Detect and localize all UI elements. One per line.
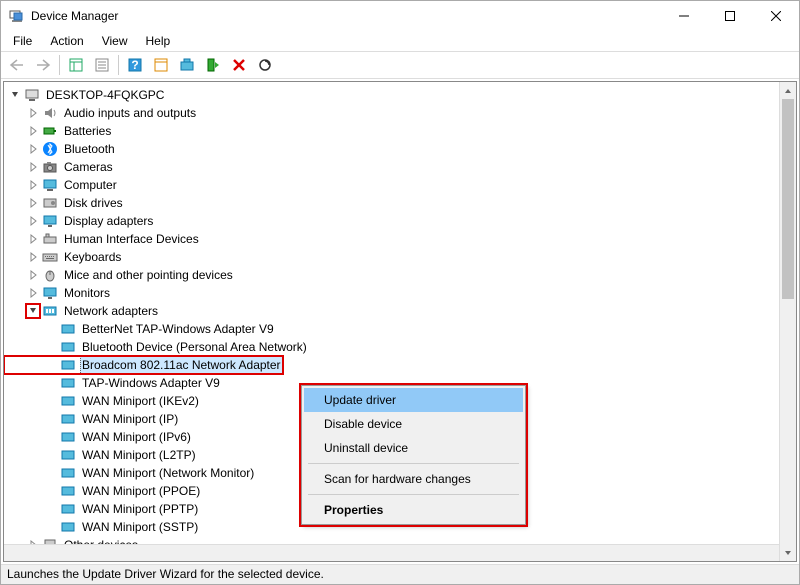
computer-icon <box>24 87 40 103</box>
vertical-scrollbar[interactable] <box>779 82 796 561</box>
tree-cat-other[interactable]: Other devices <box>4 536 779 544</box>
update-driver-button[interactable] <box>175 53 199 77</box>
ctx-uninstall-device[interactable]: Uninstall device <box>304 436 523 460</box>
nic-icon <box>60 429 76 445</box>
nic-icon <box>60 393 76 409</box>
uninstall-device-button[interactable] <box>227 53 251 77</box>
expand-icon[interactable] <box>26 106 40 120</box>
expand-icon[interactable] <box>26 268 40 282</box>
display-icon <box>42 213 58 229</box>
horizontal-scrollbar[interactable] <box>4 544 779 561</box>
expand-icon[interactable] <box>26 142 40 156</box>
svg-text:?: ? <box>131 58 138 72</box>
menu-action[interactable]: Action <box>42 32 91 50</box>
back-button[interactable] <box>5 53 29 77</box>
nic-icon <box>60 339 76 355</box>
nic-icon <box>60 375 76 391</box>
scroll-thumb[interactable] <box>782 99 794 299</box>
network-icon <box>42 303 58 319</box>
help-button[interactable]: ? <box>123 53 147 77</box>
nic-icon <box>60 357 76 373</box>
window-title: Device Manager <box>31 9 661 23</box>
window-controls <box>661 1 799 31</box>
audio-icon <box>42 105 58 121</box>
menu-help[interactable]: Help <box>138 32 179 50</box>
camera-icon <box>42 159 58 175</box>
mouse-icon <box>42 267 58 283</box>
minimize-button[interactable] <box>661 1 707 31</box>
nic-icon <box>60 519 76 535</box>
keyboard-icon <box>42 249 58 265</box>
tree-cat-hid[interactable]: Human Interface Devices <box>4 230 779 248</box>
tree-cat-cameras[interactable]: Cameras <box>4 158 779 176</box>
tree-cat-computer[interactable]: Computer <box>4 176 779 194</box>
collapse-icon[interactable] <box>26 304 40 318</box>
scroll-down-icon[interactable] <box>780 544 796 561</box>
tree-cat-keyboards[interactable]: Keyboards <box>4 248 779 266</box>
tree-cat-monitors[interactable]: Monitors <box>4 284 779 302</box>
tree-root[interactable]: DESKTOP-4FQKGPC <box>4 86 779 104</box>
maximize-button[interactable] <box>707 1 753 31</box>
tree-cat-batteries[interactable]: Batteries <box>4 122 779 140</box>
ctx-properties[interactable]: Properties <box>304 498 523 522</box>
bluetooth-icon <box>42 141 58 157</box>
computer-icon <box>42 177 58 193</box>
tree-root-label: DESKTOP-4FQKGPC <box>44 86 166 104</box>
tree-cat-display[interactable]: Display adapters <box>4 212 779 230</box>
nic-icon <box>60 465 76 481</box>
expand-icon[interactable] <box>26 232 40 246</box>
properties-button[interactable] <box>90 53 114 77</box>
ctx-separator <box>308 463 519 464</box>
expand-icon[interactable] <box>26 286 40 300</box>
expand-icon[interactable] <box>26 178 40 192</box>
action-button[interactable] <box>149 53 173 77</box>
scan-hardware-button[interactable] <box>253 53 277 77</box>
expand-icon[interactable] <box>26 196 40 210</box>
nic-icon <box>60 501 76 517</box>
menu-file[interactable]: File <box>5 32 40 50</box>
tree-cat-audio[interactable]: Audio inputs and outputs <box>4 104 779 122</box>
context-menu: Update driver Disable device Uninstall d… <box>301 385 526 525</box>
titlebar: Device Manager <box>1 1 799 31</box>
expand-icon[interactable] <box>26 160 40 174</box>
tree-cat-mice[interactable]: Mice and other pointing devices <box>4 266 779 284</box>
battery-icon <box>42 123 58 139</box>
other-icon <box>42 537 58 544</box>
nic-icon <box>60 411 76 427</box>
ctx-disable-device[interactable]: Disable device <box>304 412 523 436</box>
nic-icon <box>60 321 76 337</box>
show-hide-console-button[interactable] <box>64 53 88 77</box>
tree-cat-disks[interactable]: Disk drives <box>4 194 779 212</box>
expand-icon[interactable] <box>26 124 40 138</box>
ctx-scan-hardware[interactable]: Scan for hardware changes <box>304 467 523 491</box>
expand-icon[interactable] <box>26 214 40 228</box>
disk-icon <box>42 195 58 211</box>
device-manager-icon <box>9 8 25 24</box>
forward-button[interactable] <box>31 53 55 77</box>
toolbar: ? <box>1 51 799 79</box>
tree-cat-network[interactable]: Network adapters <box>4 302 779 320</box>
menubar: File Action View Help <box>1 31 799 51</box>
expand-icon[interactable] <box>26 250 40 264</box>
statusbar: Launches the Update Driver Wizard for th… <box>1 564 799 584</box>
nic-icon <box>60 447 76 463</box>
monitor-icon <box>42 285 58 301</box>
ctx-separator <box>308 494 519 495</box>
toolbar-separator <box>59 55 60 75</box>
tree-network-adapter[interactable]: BetterNet TAP-Windows Adapter V9 <box>4 320 779 338</box>
menu-view[interactable]: View <box>94 32 136 50</box>
tree-network-adapter-selected[interactable]: Broadcom 802.11ac Network Adapter <box>4 356 283 374</box>
tree-network-adapter[interactable]: Bluetooth Device (Personal Area Network) <box>4 338 779 356</box>
collapse-icon[interactable] <box>8 88 22 102</box>
statusbar-text: Launches the Update Driver Wizard for th… <box>7 567 324 581</box>
ctx-update-driver[interactable]: Update driver <box>304 388 523 412</box>
toolbar-separator <box>118 55 119 75</box>
close-button[interactable] <box>753 1 799 31</box>
hid-icon <box>42 231 58 247</box>
scroll-up-icon[interactable] <box>780 82 796 99</box>
nic-icon <box>60 483 76 499</box>
enable-device-button[interactable] <box>201 53 225 77</box>
tree-cat-bluetooth[interactable]: Bluetooth <box>4 140 779 158</box>
